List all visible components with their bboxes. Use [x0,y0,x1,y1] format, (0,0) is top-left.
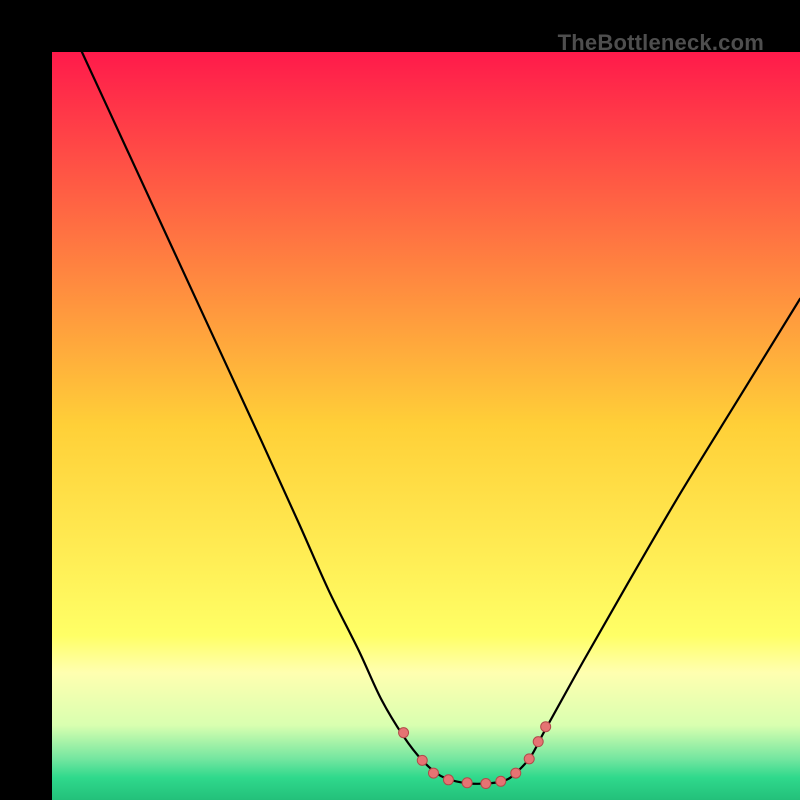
chart-marker [496,776,506,786]
chart-marker [399,728,409,738]
chart-marker [481,779,491,789]
chart-marker [541,722,551,732]
chart-background [52,52,800,800]
chart-marker [462,778,472,788]
chart-marker [524,754,534,764]
chart-marker [533,737,543,747]
chart-frame: TheBottleneck.com [0,0,800,800]
watermark-text: TheBottleneck.com [558,30,764,56]
chart-plot-area [52,52,800,800]
chart-svg [52,52,800,800]
chart-marker [417,755,427,765]
chart-marker [511,768,521,778]
chart-marker [443,775,453,785]
chart-marker [428,768,438,778]
